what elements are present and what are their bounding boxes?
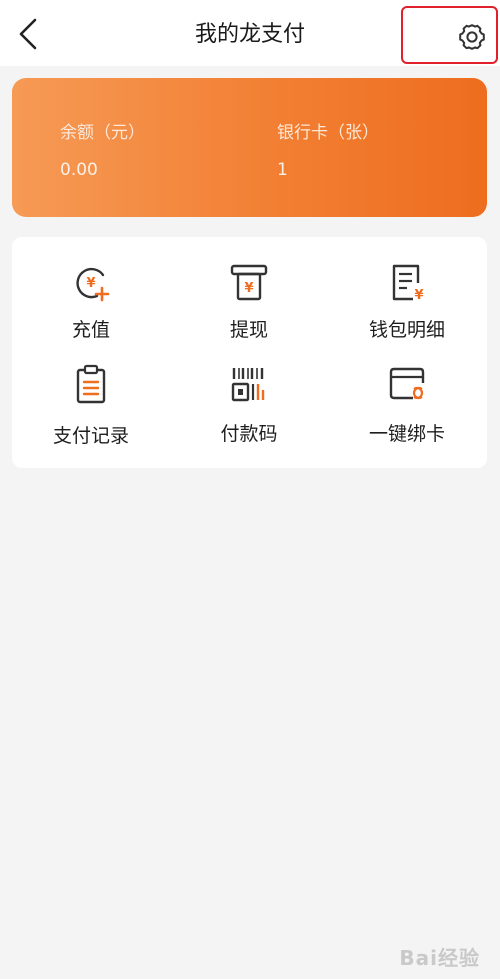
wallet-detail-label: 钱包明细 <box>368 319 445 341</box>
wallet-detail-icon: ¥ <box>392 264 424 303</box>
payment-record-item[interactable]: 支付记录 <box>12 361 170 461</box>
svg-text:¥: ¥ <box>244 281 253 296</box>
wallet-detail-item[interactable]: ¥ 钱包明细 <box>328 257 486 357</box>
payment-code-item[interactable]: 付款码 <box>170 361 328 461</box>
recharge-icon: ¥ <box>76 267 110 302</box>
recharge-item[interactable]: ¥ 充值 <box>12 257 170 357</box>
withdraw-label: 提现 <box>229 319 268 341</box>
recharge-label: 充值 <box>71 319 110 341</box>
gear-icon <box>459 24 485 50</box>
svg-text:¥: ¥ <box>414 288 423 303</box>
bank-card-value: 1 <box>277 160 288 180</box>
balance-label: 余额（元） <box>60 123 145 143</box>
watermark: Bai经验 <box>399 946 480 970</box>
payment-code-icon <box>231 368 265 402</box>
bind-card-icon <box>389 367 425 400</box>
bind-card-item[interactable]: 一键绑卡 <box>328 361 486 461</box>
function-grid: ¥ 充值 ¥ 提现 ¥ 钱包明细 支付记录 付款码 一键绑卡 <box>12 237 487 468</box>
svg-text:¥: ¥ <box>86 276 95 291</box>
balance-value: 0.00 <box>60 160 98 180</box>
bind-card-label: 一键绑卡 <box>368 423 445 445</box>
bank-card-label: 银行卡（张） <box>277 123 379 143</box>
balance-card[interactable]: 余额（元） 0.00 银行卡（张） 1 <box>12 78 487 217</box>
payment-code-label: 付款码 <box>220 423 278 445</box>
top-nav-bar: 我的龙支付 <box>0 0 500 66</box>
settings-button[interactable] <box>401 6 498 64</box>
withdraw-item[interactable]: ¥ 提现 <box>170 257 328 357</box>
bank-card-stat[interactable]: 银行卡（张） 1 <box>277 118 379 180</box>
withdraw-icon: ¥ <box>230 264 268 301</box>
balance-stat[interactable]: 余额（元） 0.00 <box>60 118 145 180</box>
payment-record-label: 支付记录 <box>52 425 129 447</box>
payment-record-icon <box>76 364 106 404</box>
